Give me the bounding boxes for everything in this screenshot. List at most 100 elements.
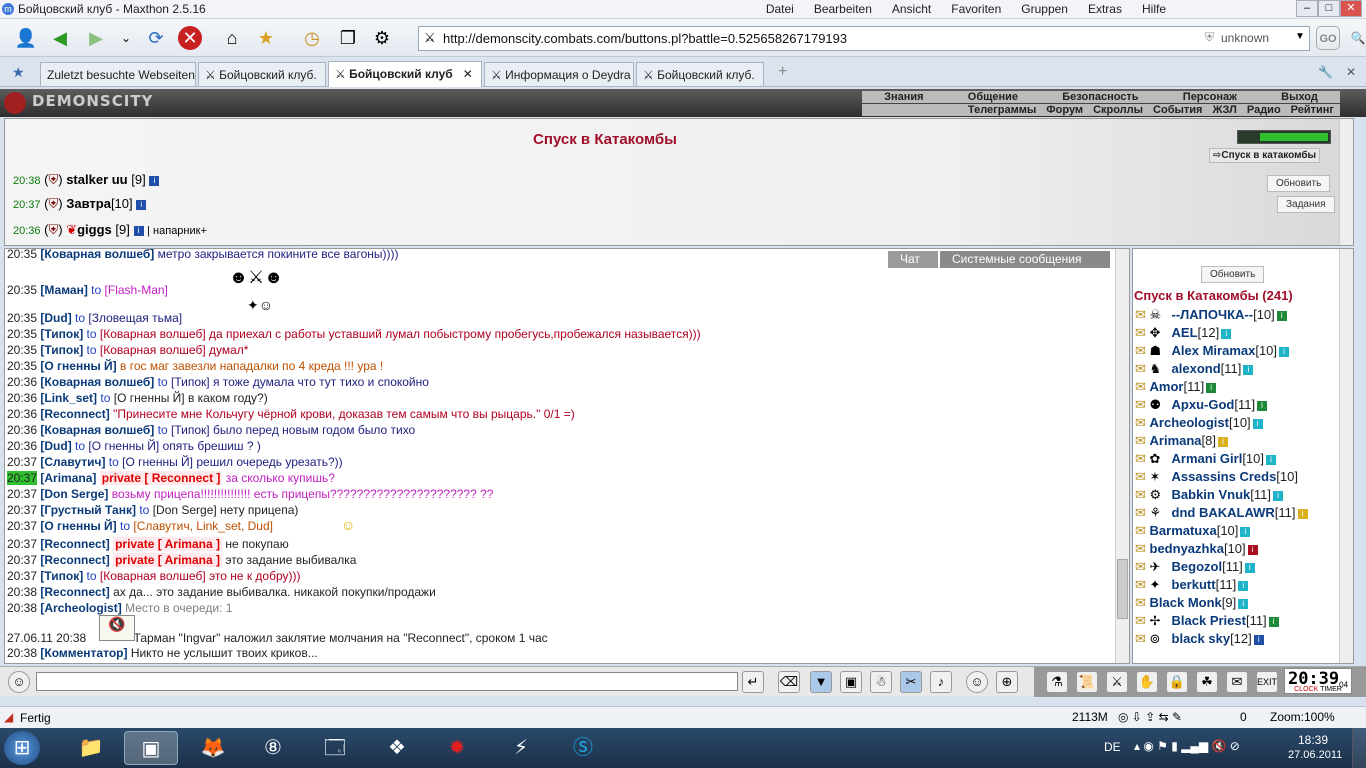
tray-icons[interactable]: ▴ ◉ ⚑ ▮ ▂▄▆ 🔇 ⊘ <box>1134 739 1240 753</box>
room-player-name[interactable]: Assassins Creds <box>1172 469 1277 484</box>
room-player-name[interactable]: --ЛАПОЧКА-- <box>1172 307 1254 322</box>
maximize-button[interactable]: □ <box>1318 0 1340 17</box>
message-time[interactable]: 20:36 <box>7 407 37 421</box>
menu-datei[interactable]: Datei <box>766 2 794 16</box>
info-icon[interactable]: i <box>136 199 147 210</box>
tab-club-2[interactable]: ⚔ Бойцовский клуб. <box>636 62 764 86</box>
private-msg-icon[interactable]: ✉ <box>1135 307 1150 322</box>
private-msg-icon[interactable]: ✉ <box>1135 523 1150 538</box>
private-msg-icon[interactable]: ✉ <box>1135 595 1150 610</box>
message-time[interactable]: 27.06.11 20:38 <box>7 631 86 645</box>
message-time[interactable]: 20:37 <box>7 471 38 485</box>
info-icon[interactable]: i <box>1253 634 1264 645</box>
message-nick[interactable]: [Reconnect] <box>40 585 109 599</box>
zoom-level[interactable]: Zoom:100% <box>1270 710 1335 724</box>
clock-time[interactable]: 18:39 <box>1298 733 1328 747</box>
message-time[interactable]: 20:36 <box>7 391 37 405</box>
message-nick[interactable]: [Типок] <box>40 343 83 357</box>
private-msg-icon[interactable]: ✉ <box>1135 379 1150 394</box>
message-time[interactable]: 20:35 <box>7 311 37 325</box>
info-icon[interactable]: i <box>1243 364 1254 375</box>
favorites-button[interactable]: ★ <box>254 26 278 50</box>
info-icon[interactable]: i <box>1257 400 1268 411</box>
message-time[interactable]: 20:38 <box>7 601 37 615</box>
history-button[interactable]: ◷ <box>300 26 324 50</box>
mail-icon[interactable]: ✉ <box>1226 671 1248 693</box>
send-button[interactable]: ↵ <box>742 671 764 693</box>
message-time[interactable]: 20:35 <box>7 359 37 373</box>
private-msg-icon[interactable]: ✉ <box>1135 451 1150 466</box>
message-nick[interactable]: [Dud] <box>40 311 71 325</box>
message-nick[interactable]: [Типок] <box>40 569 83 583</box>
message-time[interactable]: 20:36 <box>7 439 37 453</box>
message-nick[interactable]: [Грустный Танк] <box>40 503 136 517</box>
fight-icon[interactable]: ⚔ <box>1106 671 1128 693</box>
menu-extras[interactable]: Extras <box>1088 2 1122 16</box>
private-msg-icon[interactable]: ✉ <box>1135 613 1150 628</box>
message-time[interactable]: 20:37 <box>7 487 37 501</box>
taskbar-dropbox-icon[interactable]: ❖ <box>370 731 424 765</box>
taskbar-firefox-icon[interactable]: 🦊 <box>186 731 240 765</box>
list-scrollbar[interactable] <box>1339 249 1353 663</box>
info-icon[interactable]: i <box>1279 346 1290 357</box>
go-button[interactable]: GO <box>1316 26 1340 50</box>
start-button[interactable]: ⊞ <box>4 731 40 765</box>
player-name[interactable]: giggs <box>77 222 112 237</box>
show-desktop-button[interactable] <box>1352 728 1366 768</box>
message-time[interactable]: 20:36 <box>7 375 37 389</box>
nav-telegrams[interactable]: Телеграммы <box>968 104 1036 116</box>
room-player-name[interactable]: Begozol <box>1172 559 1223 574</box>
quests-button[interactable]: Задания <box>1277 196 1335 213</box>
info-icon[interactable]: i <box>1238 598 1249 609</box>
message-time[interactable]: 20:37 <box>7 537 37 551</box>
message-nick[interactable]: [Комментатор] <box>40 646 127 660</box>
message-time[interactable]: 20:36 <box>7 423 37 437</box>
inventory-icon[interactable]: ⚗ <box>1046 671 1068 693</box>
menu-ansicht[interactable]: Ansicht <box>892 2 931 16</box>
clock-date[interactable]: 27.06.2011 <box>1288 749 1342 761</box>
nav-rating[interactable]: Рейтинг <box>1291 104 1334 116</box>
private-msg-icon[interactable]: ✉ <box>1135 361 1150 376</box>
private-msg-icon[interactable]: ✉ <box>1135 541 1150 556</box>
tab-club-active[interactable]: ⚔ Бойцовский клуб ✕ <box>328 61 482 87</box>
players-toggle-button[interactable]: ☃ <box>870 671 892 693</box>
message-time[interactable]: 20:38 <box>7 585 37 599</box>
private-msg-icon[interactable]: ✉ <box>1135 469 1150 484</box>
info-icon[interactable]: i <box>1206 382 1217 393</box>
nav-exit[interactable]: Выход <box>1281 91 1318 103</box>
info-icon[interactable]: i <box>1238 580 1249 591</box>
private-msg-icon[interactable]: ✉ <box>1135 415 1150 430</box>
room-player-name[interactable]: bednyazhka <box>1150 541 1224 556</box>
security-status[interactable]: unknown <box>1221 31 1269 45</box>
room-player-name[interactable]: Black Monk <box>1150 595 1222 610</box>
room-player-name[interactable]: dnd BAKALAWR <box>1172 505 1275 520</box>
taskbar-flash-icon[interactable]: ⚡ <box>494 731 548 765</box>
new-tab-icon[interactable]: + <box>778 63 787 81</box>
private-msg-icon[interactable]: ✉ <box>1135 577 1150 592</box>
room-player-name[interactable]: Alex Miramax <box>1172 343 1256 358</box>
message-nick[interactable]: [Коварная волшеб] <box>40 423 154 437</box>
clear-chat-button[interactable]: ⌫ <box>778 671 800 693</box>
private-msg-icon[interactable]: ✉ <box>1135 559 1150 574</box>
room-player-name[interactable]: Babkin Vnuk <box>1172 487 1251 502</box>
refresh-location-button[interactable]: Обновить <box>1267 175 1331 192</box>
message-time[interactable]: 20:37 <box>7 519 37 533</box>
close-tab-icon[interactable]: ✕ <box>1346 65 1356 79</box>
message-nick[interactable]: [Коварная волшеб] <box>40 375 154 389</box>
room-player-name[interactable]: Armani Girl <box>1172 451 1243 466</box>
private-msg-icon[interactable]: ✉ <box>1135 631 1150 646</box>
taskbar-explorer-icon[interactable]: 📁 <box>64 731 118 765</box>
message-time[interactable]: 20:35 <box>7 249 37 261</box>
nav-zhzl[interactable]: ЖЗЛ <box>1212 104 1236 116</box>
refresh-button[interactable]: ⟳ <box>144 26 168 50</box>
menu-hilfe[interactable]: Hilfe <box>1142 2 1166 16</box>
info-icon[interactable]: i <box>1266 454 1276 465</box>
message-time[interactable]: 20:35 <box>7 343 37 357</box>
info-icon[interactable]: i <box>1221 328 1232 339</box>
taskbar-app8-icon[interactable]: ⑧ <box>246 731 300 765</box>
info-icon[interactable]: i <box>1268 616 1279 627</box>
info-icon[interactable]: i <box>1218 436 1229 447</box>
scroll-icon[interactable]: 📜 <box>1076 671 1098 693</box>
message-time[interactable]: 20:38 <box>7 646 37 660</box>
room-player-name[interactable]: Apxu-God <box>1172 397 1235 412</box>
